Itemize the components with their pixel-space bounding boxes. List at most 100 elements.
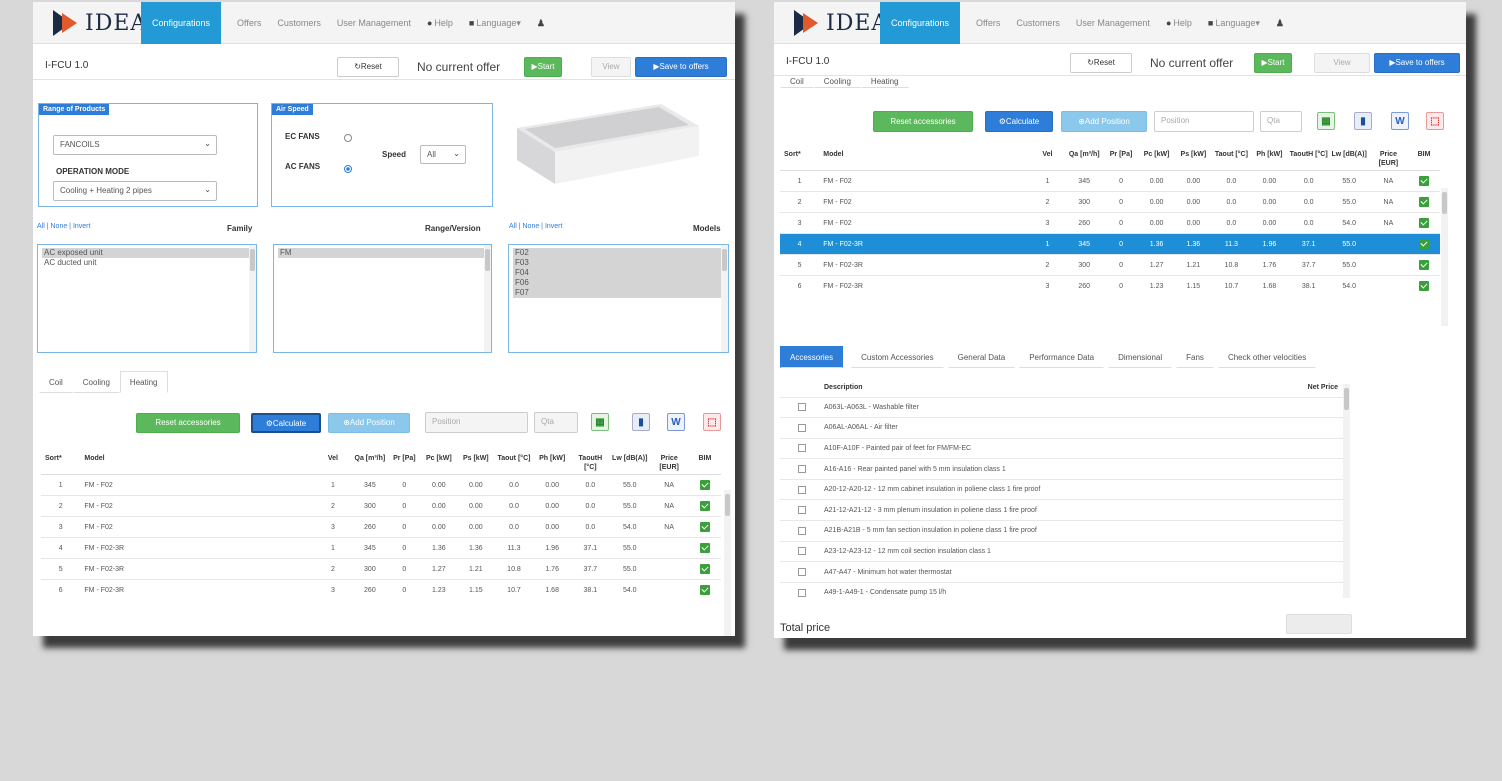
table-row[interactable]: 6 FM - F02-3R 3 260 0 1.23 1.15 10.7 1.68 38.1 54.… <box>780 275 1440 297</box>
list-item[interactable]: A20-12-A20-12 - 12 mm cabinet insulation… <box>780 478 1344 500</box>
bim-icon[interactable] <box>1419 260 1430 270</box>
add-position-button[interactable]: ⊕Add Position <box>328 413 410 433</box>
bim-icon[interactable] <box>699 585 710 596</box>
table-row[interactable]: 3 FM - F02 3 260 0 0.00 0.00 0.0 0.00 0.0 54.0 NA <box>41 516 721 538</box>
list-item[interactable]: A16-A16 - Rear painted panel with 5 mm i… <box>780 458 1344 480</box>
tab-cooling[interactable]: Cooling <box>72 371 120 393</box>
accessory-checkbox[interactable] <box>798 444 806 453</box>
tab-check-other-velocities[interactable]: Check other velocities <box>1217 346 1317 368</box>
tab-coil[interactable]: Coil <box>780 74 814 88</box>
position-input[interactable]: Position <box>425 412 528 433</box>
word-export-icon[interactable]: W <box>1391 112 1409 130</box>
nav-language[interactable]: ■ Language▾ <box>469 18 521 29</box>
reset-button[interactable]: ↻Reset <box>1070 53 1132 73</box>
scrollbar[interactable] <box>484 245 491 352</box>
excel-export-icon[interactable]: ▦ <box>1317 112 1335 130</box>
view-button[interactable]: View <box>1314 53 1370 73</box>
tab-general-data[interactable]: General Data <box>947 346 1016 368</box>
tab-heating[interactable]: Heating <box>860 74 909 88</box>
word-export-icon[interactable]: W <box>667 413 685 431</box>
document-icon[interactable]: ▮ <box>1354 112 1372 130</box>
models-select-links[interactable]: All | None | Invert <box>509 223 562 230</box>
table-row[interactable]: 5 FM - F02-3R 2 300 0 1.27 1.21 10.8 1.76 37.7 55.… <box>780 254 1440 276</box>
table-row[interactable]: 1 FM - F02 1 345 0 0.00 0.00 0.0 0.00 0.0 55.0 NA <box>41 474 721 496</box>
calculate-button[interactable]: ⚙Calculate <box>985 111 1053 132</box>
save-to-offers-button[interactable]: ▶Save to offers <box>635 57 727 77</box>
accessory-checkbox[interactable] <box>798 465 806 474</box>
accessories-scrollbar[interactable] <box>1343 384 1350 598</box>
nav-customers[interactable]: Customers <box>1016 18 1060 28</box>
tab-performance-data[interactable]: Performance Data <box>1019 346 1105 368</box>
tab-heating[interactable]: Heating <box>119 371 168 393</box>
list-item[interactable]: A23-12-A23-12 - 12 mm coil section insul… <box>780 540 1344 562</box>
bim-icon[interactable] <box>1419 239 1430 249</box>
list-item[interactable]: A063L-A063L - Washable filter <box>780 396 1344 418</box>
bim-icon[interactable] <box>699 522 710 532</box>
bim-icon[interactable] <box>1419 176 1430 186</box>
accessory-checkbox[interactable] <box>798 568 806 577</box>
pdf-export-icon[interactable]: ⬚ <box>703 413 721 431</box>
tab-dimensional[interactable]: Dimensional <box>1108 346 1173 368</box>
table-row-selected[interactable]: 4 FM - F02-3R 1 345 0 1.36 1.36 11.3 1.96 37.1 55.… <box>780 233 1440 255</box>
list-item[interactable]: A21B-A21B - 5 mm fan section insulation … <box>780 520 1344 542</box>
tab-custom-accessories[interactable]: Custom Accessories <box>851 346 944 368</box>
table-row[interactable]: 2 FM - F02 2 300 0 0.00 0.00 0.0 0.00 0.0 55.0 NA <box>41 495 721 517</box>
total-price-field[interactable] <box>1286 614 1352 634</box>
start-button[interactable]: ▶Start <box>524 57 562 77</box>
accessory-checkbox[interactable] <box>798 588 806 597</box>
list-item[interactable]: AC ducted unit <box>42 258 252 268</box>
accessory-checkbox[interactable] <box>798 547 806 556</box>
pdf-export-icon[interactable]: ⬚ <box>1426 112 1444 130</box>
list-item[interactable]: F03 <box>513 258 724 268</box>
table-row[interactable]: 5 FM - F02-3R 2 300 0 1.27 1.21 10.8 1.76 37.7 55.… <box>41 558 721 580</box>
bim-icon[interactable] <box>1419 197 1430 207</box>
list-item[interactable]: A06AL-A06AL - Air filter <box>780 417 1344 439</box>
models-listbox[interactable]: F02 F03 F04 F06 F07 <box>508 244 729 353</box>
accessory-checkbox[interactable] <box>798 526 806 535</box>
scrollbar[interactable] <box>721 245 728 352</box>
product-select[interactable]: FANCOILS ⌄ <box>53 135 217 155</box>
results-scrollbar[interactable] <box>724 490 731 636</box>
start-button[interactable]: ▶Start <box>1254 53 1292 73</box>
nav-user-management[interactable]: User Management <box>337 18 411 28</box>
tab-cooling[interactable]: Cooling <box>813 74 861 88</box>
bim-icon[interactable] <box>699 480 710 490</box>
list-item[interactable]: F07 <box>513 288 724 298</box>
user-icon[interactable]: ♟ <box>537 18 545 29</box>
list-item[interactable]: A21-12-A21-12 - 3 mm plenum insulation i… <box>780 499 1344 521</box>
nav-help[interactable]: ● Help <box>427 18 453 28</box>
list-item[interactable]: A47-A47 - Minimum hot water thermostat <box>780 561 1344 583</box>
nav-configurations[interactable]: Configurations <box>880 2 961 44</box>
reset-accessories-button[interactable]: Reset accessories <box>136 413 240 433</box>
nav-language[interactable]: ■ Language▾ <box>1208 18 1260 29</box>
family-listbox[interactable]: AC exposed unit AC ducted unit <box>37 244 257 353</box>
qty-input[interactable]: Qta <box>1260 111 1302 132</box>
save-to-offers-button[interactable]: ▶Save to offers <box>1374 53 1460 73</box>
list-item[interactable]: A10F-A10F - Painted pair of feet for FM/… <box>780 437 1344 459</box>
ec-fans-radio[interactable] <box>344 134 352 142</box>
scrollbar[interactable] <box>249 245 256 352</box>
family-select-links[interactable]: All | None | Invert <box>37 223 90 230</box>
user-icon[interactable]: ♟ <box>1276 18 1284 29</box>
list-item[interactable]: F04 <box>513 268 724 278</box>
bim-icon[interactable] <box>699 564 710 574</box>
table-row[interactable]: 3 FM - F02 3 260 0 0.00 0.00 0.0 0.00 0.0 54.0 NA <box>780 212 1440 234</box>
bim-icon[interactable] <box>699 501 710 511</box>
add-position-button[interactable]: ⊕Add Position <box>1061 111 1147 132</box>
table-row[interactable]: 6 FM - F02-3R 3 260 0 1.23 1.15 10.7 1.68 38.1 54.… <box>41 579 721 601</box>
speed-select[interactable]: All ⌄ <box>420 145 466 164</box>
document-icon[interactable]: ▮ <box>632 413 650 431</box>
range-version-listbox[interactable]: FM <box>273 244 492 353</box>
table-row[interactable]: 4 FM - F02-3R 1 345 0 1.36 1.36 11.3 1.96 37.1 55.… <box>41 537 721 559</box>
list-item[interactable]: F02 <box>513 248 724 258</box>
accessory-checkbox[interactable] <box>798 423 806 432</box>
nav-offers[interactable]: Offers <box>976 18 1000 28</box>
qty-input[interactable]: Qta <box>534 412 578 433</box>
operation-mode-select[interactable]: Cooling + Heating 2 pipes ⌄ <box>53 181 217 201</box>
results-scrollbar[interactable] <box>1441 188 1448 326</box>
reset-accessories-button[interactable]: Reset accessories <box>873 111 973 132</box>
nav-help[interactable]: ● Help <box>1166 18 1192 28</box>
nav-customers[interactable]: Customers <box>277 18 321 28</box>
bim-icon[interactable] <box>1419 218 1430 228</box>
bim-icon[interactable] <box>699 543 710 553</box>
